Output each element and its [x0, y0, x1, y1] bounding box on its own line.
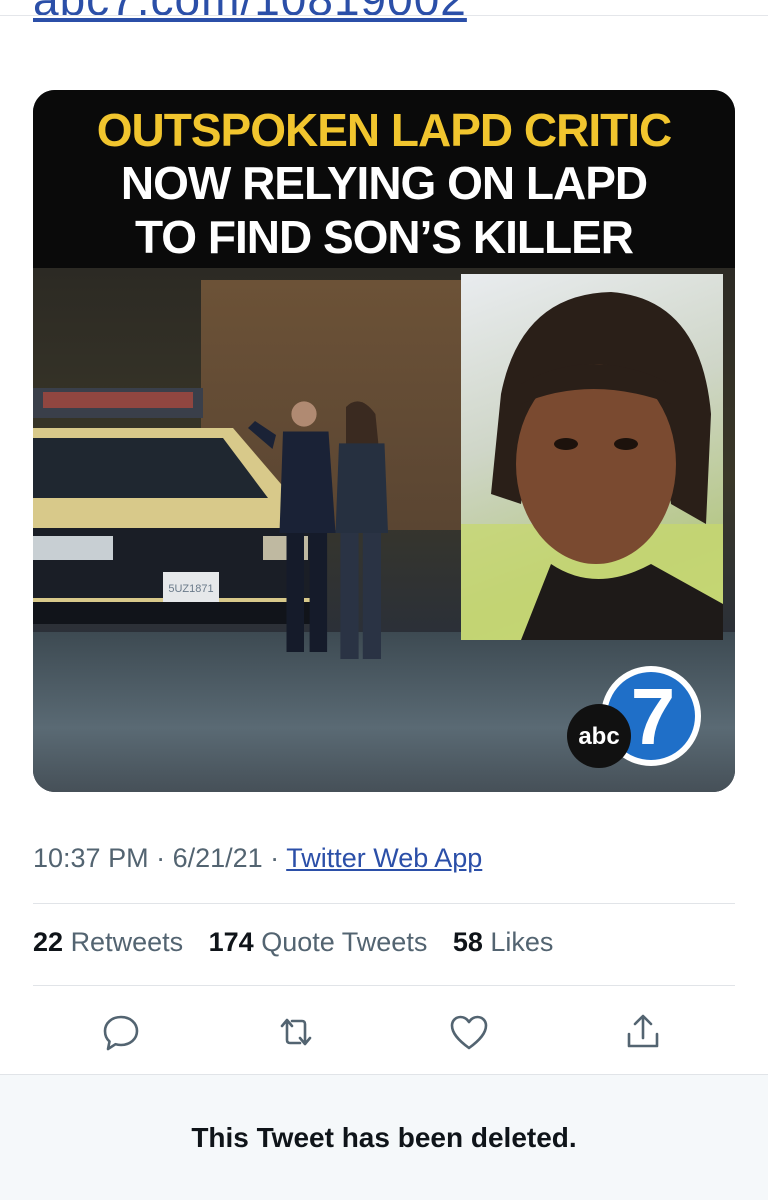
tweet-detail-page: abc7.com/10819002 OUTSPOKEN LAPD CRITIC …	[0, 0, 768, 1200]
likes-count: 58	[452, 927, 483, 957]
meta-separator: ·	[148, 843, 173, 873]
tweet-meta: 10:37 PM · 6/21/21 · Twitter Web App	[33, 843, 482, 874]
headline-line-3: TO FIND SON’S KILLER	[135, 211, 634, 263]
license-plate: 5UZ1871	[168, 583, 213, 595]
retweet-icon	[280, 1018, 312, 1046]
divider	[33, 985, 735, 986]
abc7-logo: 7 abc	[567, 666, 701, 768]
article-link[interactable]: abc7.com/10819002	[33, 0, 467, 26]
quote-tweets-stat[interactable]: 174 Quote Tweets	[209, 927, 428, 957]
likes-label: Likes	[490, 927, 554, 957]
like-button[interactable]	[445, 1008, 493, 1056]
meta-separator: ·	[262, 843, 287, 873]
headline-line-2: NOW RELYING ON LAPD	[120, 157, 648, 209]
tweet-source-link[interactable]: Twitter Web App	[286, 843, 482, 873]
headline-line-1: OUTSPOKEN LAPD CRITIC	[96, 104, 672, 156]
retweets-stat[interactable]: 22 Retweets	[33, 927, 183, 957]
share-button[interactable]	[619, 1008, 667, 1056]
logo-text: abc	[578, 723, 619, 750]
reply-button[interactable]	[97, 1008, 145, 1056]
retweets-label: Retweets	[70, 927, 184, 957]
retweet-button[interactable]	[272, 1008, 320, 1056]
logo-numeral: 7	[631, 672, 676, 761]
news-photo-scene: 5UZ1871 7 abc	[33, 268, 735, 792]
likes-stat[interactable]: 58 Likes	[453, 927, 554, 957]
deleted-notice-text: This Tweet has been deleted.	[191, 1122, 577, 1153]
headline-banner: OUTSPOKEN LAPD CRITIC NOW RELYING ON LAP…	[33, 90, 735, 268]
divider	[0, 15, 768, 16]
tweet-stats: 22 Retweets 174 Quote Tweets 58 Likes	[33, 927, 571, 958]
tweet-date: 6/21/21	[172, 843, 263, 873]
tweet-media-card[interactable]: OUTSPOKEN LAPD CRITIC NOW RELYING ON LAP…	[33, 90, 735, 792]
victim-portrait	[461, 274, 723, 640]
quote-tweets-label: Quote Tweets	[261, 927, 428, 957]
share-icon	[627, 1014, 659, 1048]
like-icon	[450, 1015, 488, 1050]
officers	[248, 401, 388, 659]
divider	[33, 903, 735, 904]
tweet-action-bar	[0, 1008, 768, 1056]
tweet-time: 10:37 PM	[33, 843, 149, 873]
quote-tweets-count: 174	[208, 927, 254, 957]
deleted-tweet-notice: This Tweet has been deleted.	[0, 1074, 768, 1200]
reply-icon	[103, 1015, 139, 1051]
retweets-count: 22	[33, 927, 64, 957]
